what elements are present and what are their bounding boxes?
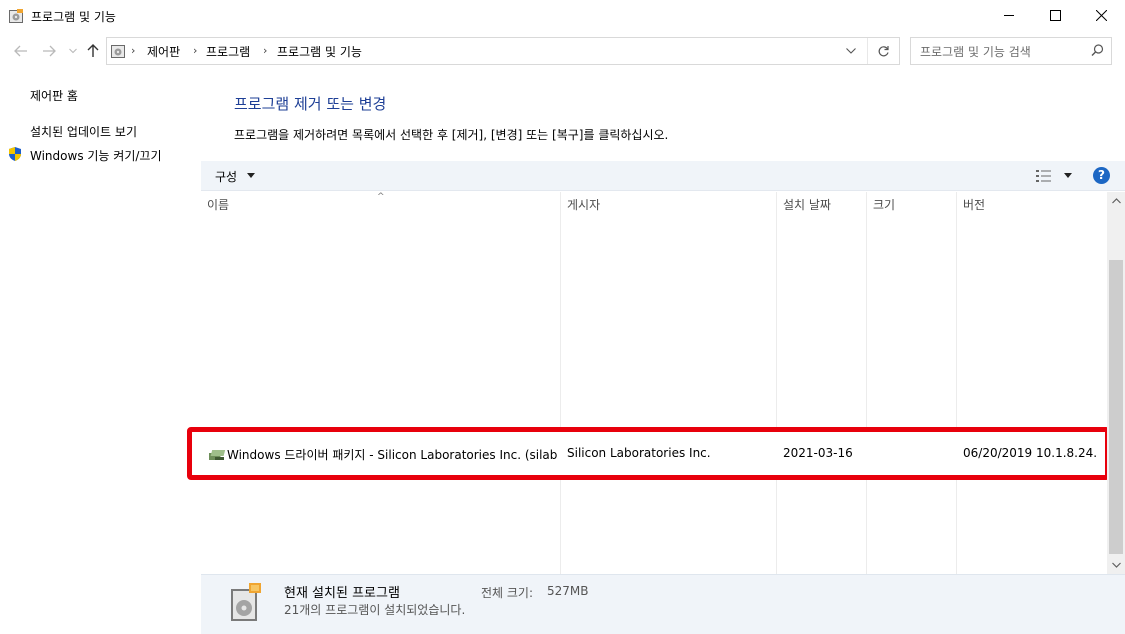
address-bar[interactable]: › 제어판 › 프로그램 › 프로그램 및 기능 [106, 37, 900, 65]
driver-package-icon [209, 450, 226, 460]
programs-features-icon [111, 45, 125, 58]
organize-dropdown-icon[interactable] [247, 173, 255, 178]
table-row[interactable]: Windows 드라이버 패키지 - Silicon Laboratories … [187, 427, 1110, 480]
refresh-button[interactable] [867, 38, 899, 64]
program-installed-on[interactable]: 2021-03-16 [783, 446, 863, 460]
scroll-down-button[interactable] [1107, 556, 1125, 574]
installed-count-text: 21개의 프로그램이 설치되었습니다. [284, 603, 466, 617]
shield-icon [9, 147, 21, 161]
control-panel-home-link[interactable]: 제어판 홈 [30, 87, 78, 104]
chevron-down-icon [846, 48, 856, 54]
breadcrumb-programs-features[interactable]: 프로그램 및 기능 [277, 43, 362, 60]
program-version[interactable]: 06/20/2019 10.1.8.24... [963, 446, 1098, 460]
column-header-version[interactable]: 버전 [963, 196, 985, 213]
back-arrow-icon [14, 45, 27, 57]
help-icon[interactable]: ? [1093, 167, 1110, 184]
up-arrow-icon [87, 44, 99, 57]
programs-features-icon [231, 583, 261, 621]
sort-ascending-icon: ^ [377, 192, 385, 202]
breadcrumb-separator-icon[interactable]: › [263, 44, 267, 57]
instructions-text: 프로그램을 제거하려면 목록에서 선택한 후 [제거], [변경] 또는 [복구… [234, 128, 669, 142]
column-header-size[interactable]: 크기 [873, 196, 895, 213]
column-divider [560, 192, 561, 574]
chevron-down-icon [69, 48, 77, 54]
address-history-dropdown[interactable] [838, 38, 864, 64]
total-size-value: 527MB [547, 584, 589, 598]
minimize-button[interactable] [986, 0, 1032, 31]
column-divider [956, 192, 957, 574]
view-details-icon[interactable] [1036, 169, 1052, 183]
program-publisher[interactable]: Silicon Laboratories Inc. [567, 446, 767, 460]
total-size-label: 전체 크기: [481, 586, 534, 600]
breadcrumb-separator-icon[interactable]: › [131, 44, 135, 57]
windows-features-link[interactable]: Windows 기능 켜기/끄기 [30, 147, 161, 164]
page-title: 프로그램 제거 또는 변경 [234, 95, 387, 113]
chevron-down-icon [1111, 562, 1121, 568]
view-installed-updates-link[interactable]: 설치된 업데이트 보기 [30, 123, 137, 140]
breadcrumb-separator-icon[interactable]: › [193, 44, 197, 57]
column-divider [866, 192, 867, 574]
organize-button[interactable]: 구성 [215, 168, 237, 185]
maximize-icon [1049, 10, 1061, 21]
column-header-publisher[interactable]: 게시자 [567, 196, 600, 213]
column-header-installed-on[interactable]: 설치 날짜 [783, 196, 831, 213]
minimize-icon [1003, 15, 1014, 16]
command-bar: 구성 ? [201, 161, 1125, 191]
view-options-dropdown[interactable] [1064, 173, 1072, 178]
breadcrumb-control-panel[interactable]: 제어판 [147, 43, 180, 60]
details-pane: 현재 설치된 프로그램 전체 크기: 527MB 21개의 프로그램이 설치되었… [201, 574, 1125, 634]
refresh-icon [878, 45, 889, 56]
close-icon [1095, 10, 1107, 21]
vertical-scrollbar[interactable] [1107, 192, 1125, 574]
recent-locations-button[interactable] [64, 42, 82, 60]
window-title: 프로그램 및 기능 [31, 10, 116, 24]
scroll-thumb[interactable] [1109, 260, 1123, 554]
up-button[interactable] [84, 42, 102, 60]
title-bar: 프로그램 및 기능 [0, 0, 1125, 32]
back-button[interactable] [12, 42, 30, 60]
forward-button[interactable] [40, 42, 58, 60]
search-icon [1091, 44, 1104, 56]
search-placeholder: 프로그램 및 기능 검색 [920, 45, 1031, 59]
program-name[interactable]: Windows 드라이버 패키지 - Silicon Laboratories … [227, 446, 557, 463]
programs-features-icon [9, 9, 23, 23]
column-header-name[interactable]: 이름 [207, 196, 229, 213]
search-input[interactable]: 프로그램 및 기능 검색 [910, 37, 1112, 65]
chevron-up-icon [1111, 198, 1121, 204]
column-divider [776, 192, 777, 574]
maximize-button[interactable] [1032, 0, 1078, 31]
installed-programs-title: 현재 설치된 프로그램 [284, 586, 400, 601]
forward-arrow-icon [43, 45, 56, 57]
breadcrumb-programs[interactable]: 프로그램 [206, 43, 250, 60]
scroll-up-button[interactable] [1107, 192, 1125, 210]
close-button[interactable] [1078, 0, 1124, 31]
program-list: ^ 이름 게시자 설치 날짜 크기 버전 [201, 192, 1107, 574]
